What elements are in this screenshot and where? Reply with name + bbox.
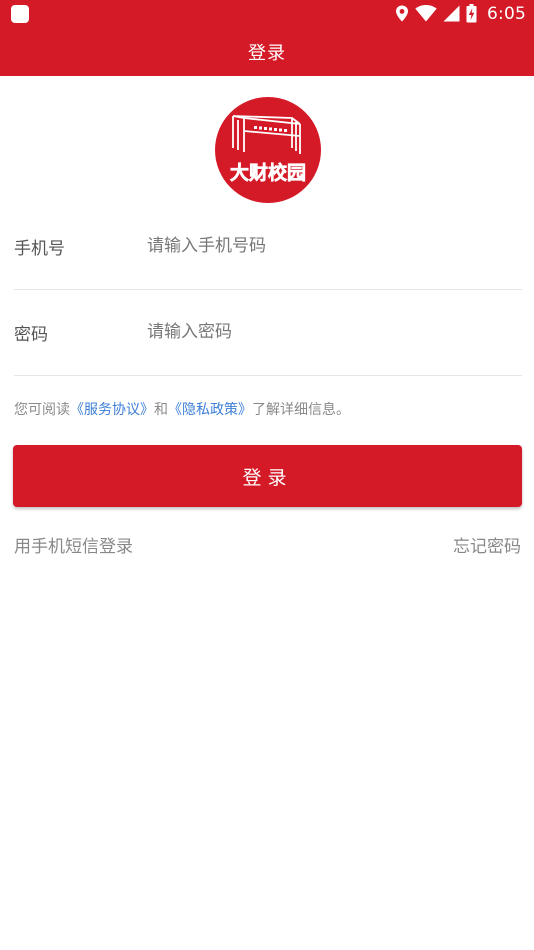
password-input[interactable] [147, 315, 517, 349]
status-time: 6:05 [487, 3, 526, 24]
agreement-prefix: 您可阅读 [14, 402, 70, 418]
forgot-password-link[interactable]: 忘记密码 [453, 532, 521, 557]
location-icon [396, 5, 409, 22]
page-title: 登录 [248, 42, 286, 64]
password-label: 密码 [14, 325, 48, 345]
battery-charging-icon [466, 4, 477, 23]
service-agreement-link[interactable]: 《服务协议》 [70, 402, 154, 418]
logo-text: 大财校园 [230, 161, 306, 184]
phone-row: 手机号 [14, 203, 522, 290]
status-icons: 6:05 [395, 0, 526, 27]
app-icon [11, 5, 29, 23]
agreement-conjunction: 和 [154, 402, 168, 418]
privacy-policy-link[interactable]: 《隐私政策》 [168, 402, 252, 418]
login-screen: 6:05 登录 大财校园 手机号 请输入手机号码 密码 您可阅读《服务协议》和《… [0, 0, 534, 950]
cellular-signal-icon [443, 5, 460, 22]
campus-logo-icon: 大财校园 [215, 97, 321, 203]
wifi-icon [415, 5, 437, 22]
login-button[interactable]: 登录 [13, 445, 522, 507]
password-row: 密码 [14, 289, 522, 376]
agreement-notice: 您可阅读《服务协议》和《隐私政策》了解详细信息。 [14, 399, 350, 419]
sms-login-link[interactable]: 用手机短信登录 [14, 532, 133, 557]
app-bar: 登录 [0, 27, 534, 76]
phone-input[interactable] [147, 229, 517, 263]
status-bar: 6:05 [0, 0, 534, 27]
campus-logo: 大财校园 [214, 96, 322, 204]
phone-label: 手机号 [14, 239, 65, 259]
agreement-suffix: 了解详细信息。 [252, 402, 350, 418]
